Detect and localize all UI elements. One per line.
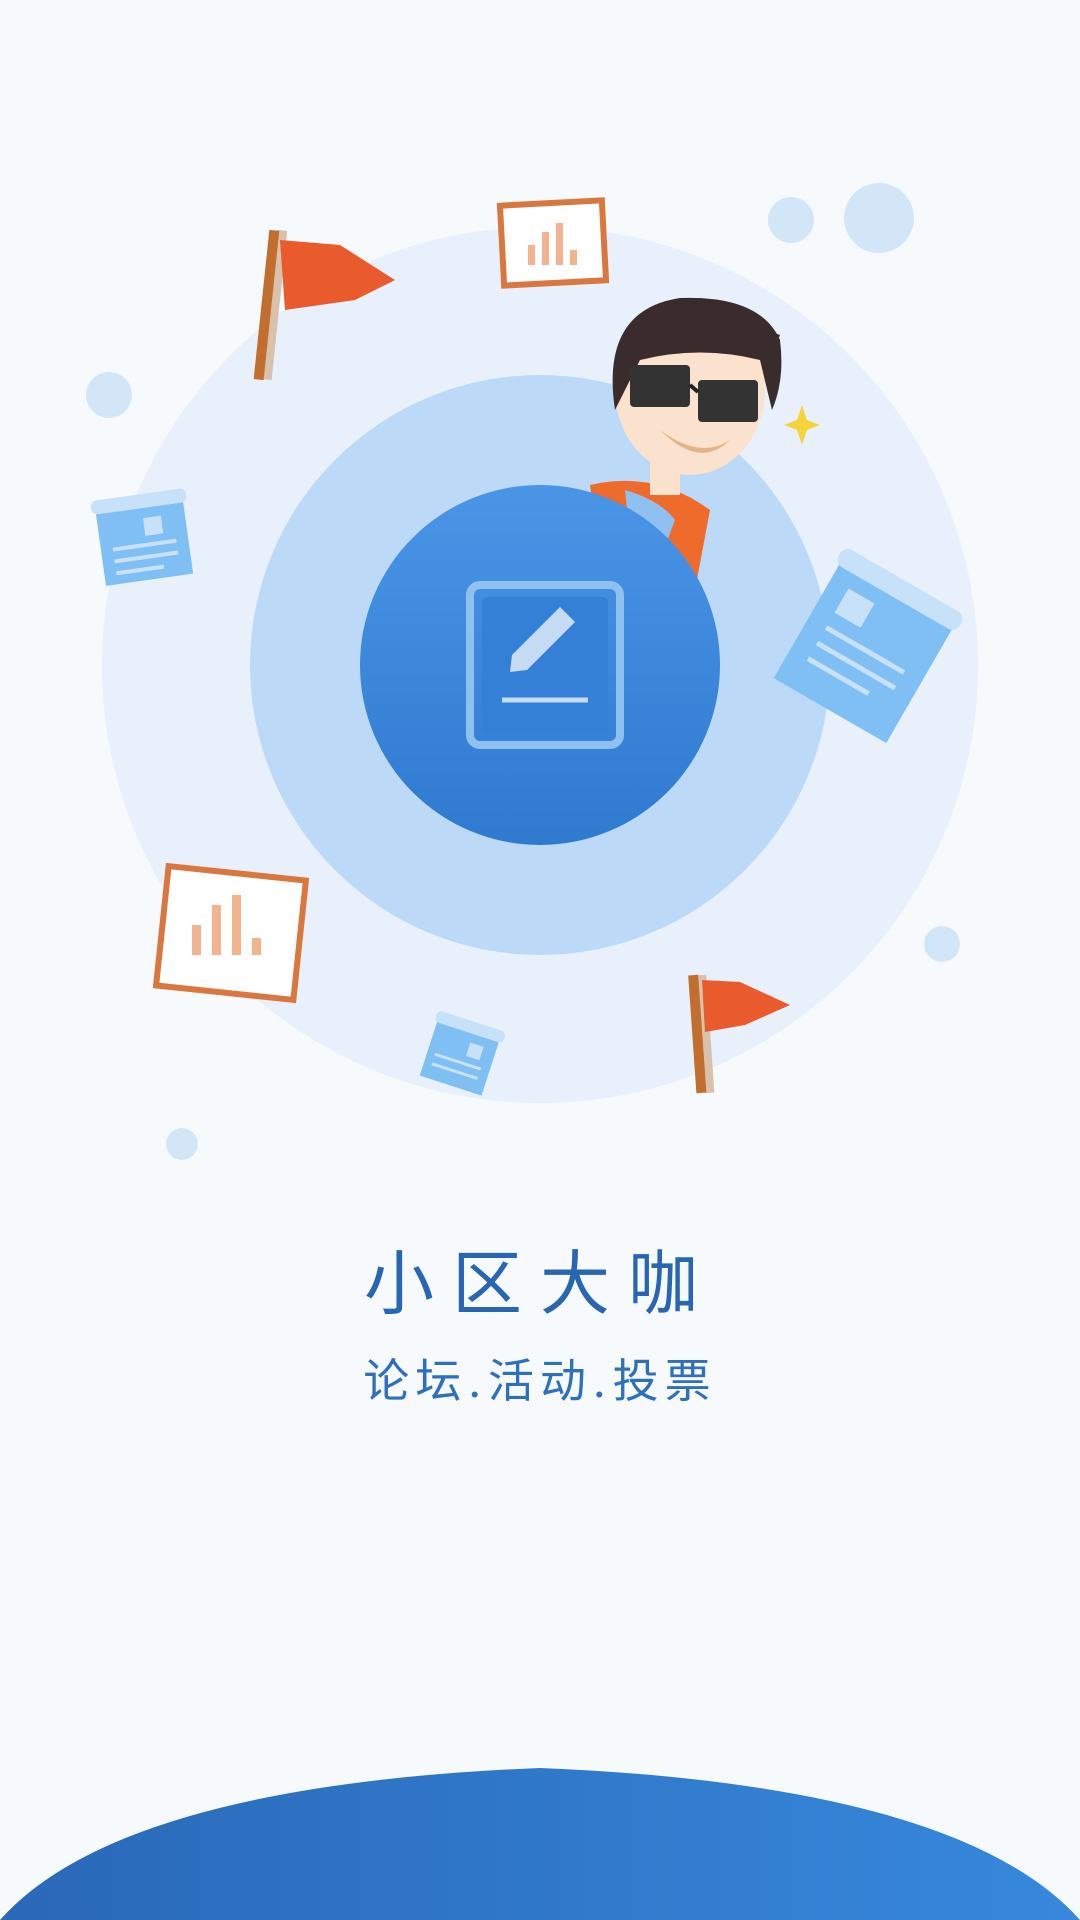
app-title: 小区大咖	[364, 1243, 716, 1325]
decor-dot	[768, 197, 814, 243]
splash-illustration	[86, 183, 978, 1160]
app-subtitle: 论坛.活动.投票	[363, 1354, 717, 1408]
decor-dot	[166, 1128, 198, 1160]
decor-dot	[86, 372, 132, 418]
bottom-wave	[0, 1768, 1080, 1920]
chart-board-icon	[152, 862, 310, 1004]
decor-dot	[844, 183, 914, 253]
edit-note-icon	[466, 581, 624, 749]
chart-board-icon	[496, 197, 610, 289]
decor-dot	[924, 926, 960, 962]
newspaper-icon	[90, 488, 194, 586]
